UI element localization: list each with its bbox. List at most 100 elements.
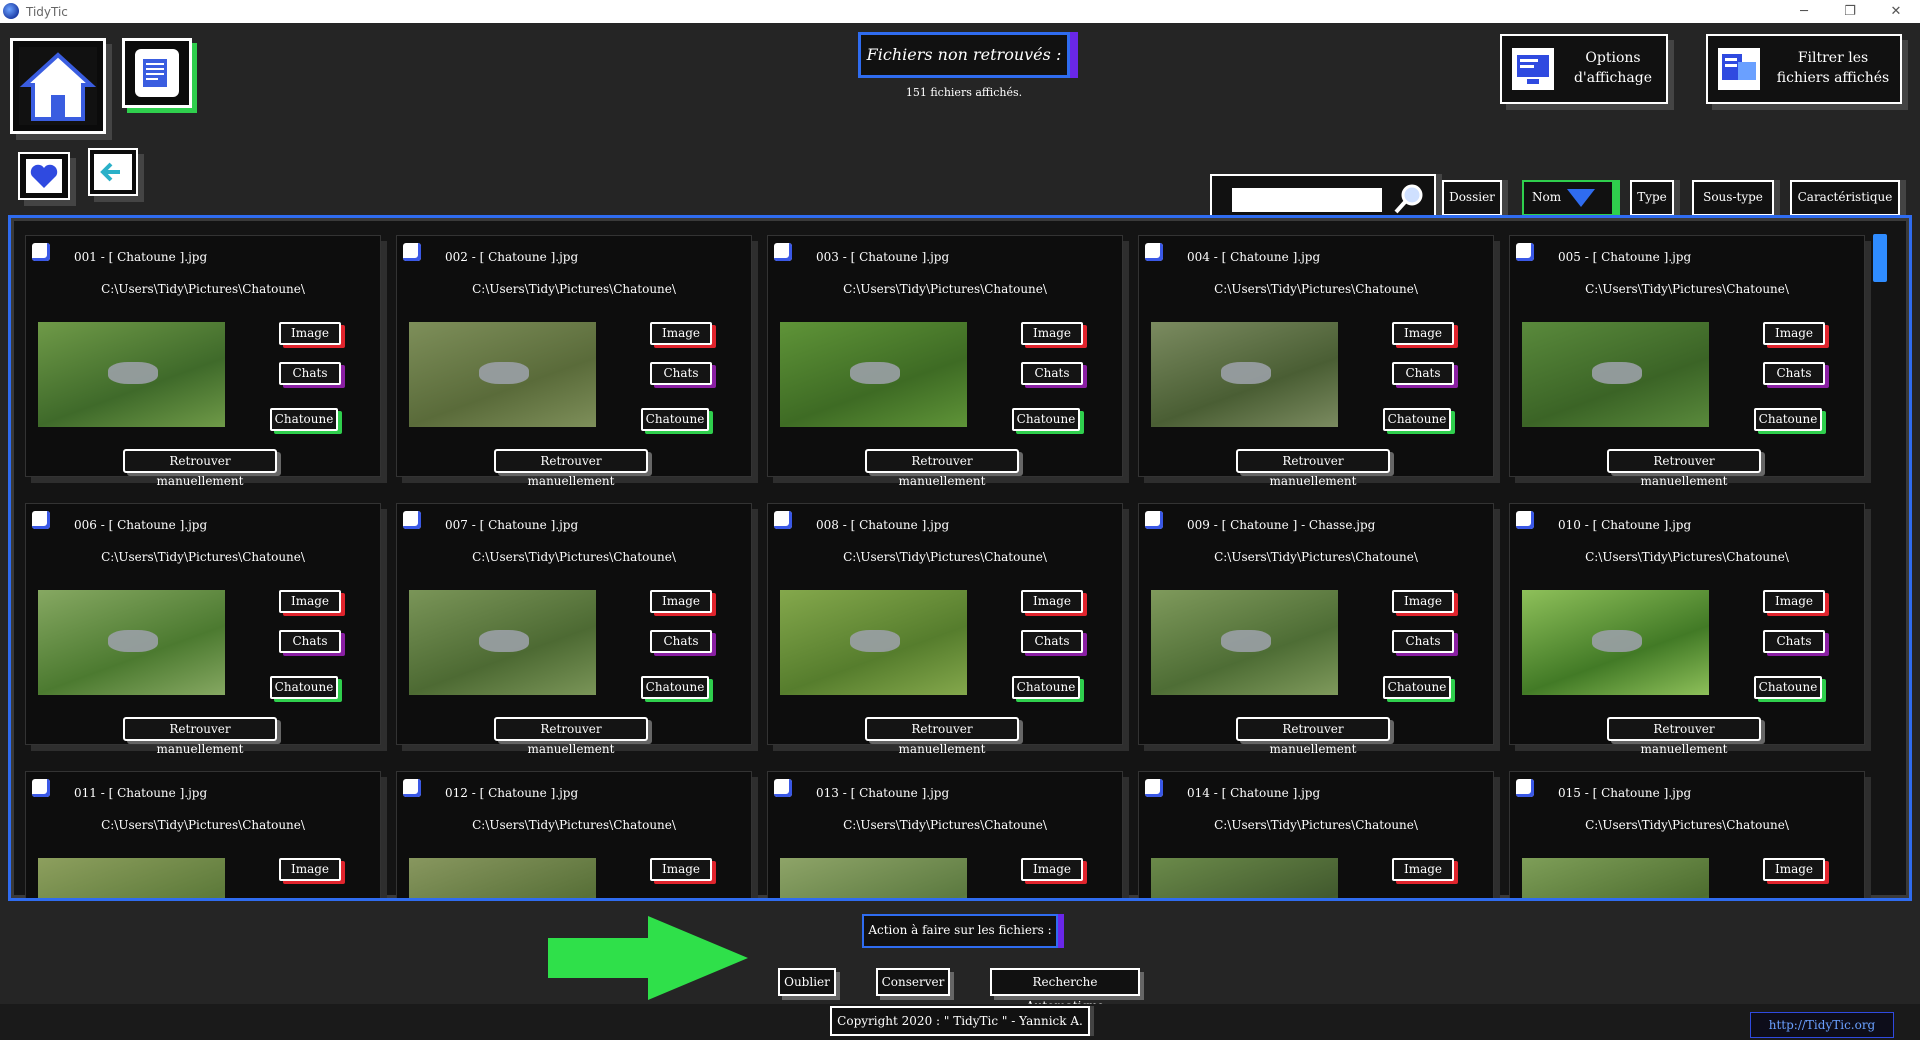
scrollbar-thumb[interactable]: [1873, 234, 1887, 282]
sort-folder-button[interactable]: Dossier: [1442, 180, 1502, 216]
file-thumbnail[interactable]: [780, 590, 967, 695]
tag-chats-button[interactable]: Chats: [1763, 630, 1825, 653]
tag-image-button[interactable]: Image: [1763, 322, 1825, 345]
tag-chats-button[interactable]: Chats: [279, 898, 341, 901]
checkbox-icon[interactable]: [403, 779, 421, 797]
file-thumbnail[interactable]: [1522, 322, 1709, 427]
document-button[interactable]: [122, 38, 192, 108]
tag-chatoune-button[interactable]: Chatoune: [1754, 676, 1822, 699]
favorites-button[interactable]: [18, 152, 70, 200]
checkbox-icon[interactable]: [774, 779, 792, 797]
tag-image-button[interactable]: Image: [1763, 858, 1825, 881]
search-input[interactable]: [1232, 188, 1382, 212]
find-manually-button[interactable]: Retrouver manuellement: [865, 449, 1019, 488]
website-link[interactable]: http://TidyTic.org: [1750, 1012, 1894, 1038]
tag-chats-button[interactable]: Chats: [279, 630, 341, 653]
tag-chatoune-button[interactable]: Chatoune: [1383, 408, 1451, 431]
keep-button[interactable]: Conserver: [876, 968, 950, 996]
tag-image-button[interactable]: Image: [1392, 858, 1454, 881]
file-thumbnail[interactable]: [780, 858, 967, 898]
file-thumbnail[interactable]: [1522, 590, 1709, 695]
tag-image-button[interactable]: Image: [1021, 322, 1083, 345]
tag-chatoune-button[interactable]: Chatoune: [1754, 408, 1822, 431]
tag-chats-button[interactable]: Chats: [1763, 362, 1825, 385]
tag-chatoune-button[interactable]: Chatoune: [1012, 408, 1080, 431]
tag-image-button[interactable]: Image: [1021, 858, 1083, 881]
checkbox-icon[interactable]: [1145, 243, 1163, 261]
back-button[interactable]: [88, 148, 138, 196]
file-thumbnail[interactable]: [780, 322, 967, 427]
find-manually-button[interactable]: Retrouver manuellement: [1607, 717, 1761, 756]
file-thumbnail[interactable]: [409, 590, 596, 695]
checkbox-icon[interactable]: [32, 779, 50, 797]
find-manually-button[interactable]: Retrouver manuellement: [494, 449, 648, 488]
tag-chats-button[interactable]: Chats: [650, 898, 712, 901]
tag-chats-button[interactable]: Chats: [1763, 898, 1825, 901]
sort-type-button[interactable]: Type: [1630, 180, 1674, 216]
tag-image-button[interactable]: Image: [1392, 590, 1454, 613]
tag-image-button[interactable]: Image: [650, 858, 712, 881]
find-manually-button[interactable]: Retrouver manuellement: [1236, 449, 1390, 488]
forget-button[interactable]: Oublier: [778, 968, 836, 996]
tag-chats-button[interactable]: Chats: [650, 362, 712, 385]
tag-chats-button[interactable]: Chats: [650, 630, 712, 653]
tag-chatoune-button[interactable]: Chatoune: [641, 408, 709, 431]
file-thumbnail[interactable]: [38, 590, 225, 695]
tag-chatoune-button[interactable]: Chatoune: [270, 408, 338, 431]
restore-button[interactable]: ❐: [1827, 0, 1873, 23]
tag-image-button[interactable]: Image: [1763, 590, 1825, 613]
tag-chats-button[interactable]: Chats: [1392, 362, 1454, 385]
file-thumbnail[interactable]: [1522, 858, 1709, 898]
file-thumbnail[interactable]: [409, 322, 596, 427]
tag-image-button[interactable]: Image: [650, 322, 712, 345]
tag-chats-button[interactable]: Chats: [1392, 630, 1454, 653]
file-thumbnail[interactable]: [38, 322, 225, 427]
find-manually-button[interactable]: Retrouver manuellement: [123, 717, 277, 756]
close-button[interactable]: ✕: [1873, 0, 1919, 23]
find-manually-button[interactable]: Retrouver manuellement: [123, 449, 277, 488]
file-thumbnail[interactable]: [409, 858, 596, 898]
checkbox-icon[interactable]: [1145, 511, 1163, 529]
tag-image-button[interactable]: Image: [1392, 322, 1454, 345]
auto-search-button[interactable]: Recherche Automatique: [990, 968, 1140, 1013]
tag-chats-button[interactable]: Chats: [279, 362, 341, 385]
file-thumbnail[interactable]: [1151, 590, 1338, 695]
checkbox-icon[interactable]: [1516, 779, 1534, 797]
file-thumbnail[interactable]: [38, 858, 225, 898]
checkbox-icon[interactable]: [1145, 779, 1163, 797]
tag-chatoune-button[interactable]: Chatoune: [270, 676, 338, 699]
sort-characteristic-button[interactable]: Caractéristique: [1790, 180, 1900, 216]
find-manually-button[interactable]: Retrouver manuellement: [1236, 717, 1390, 756]
tag-chats-button[interactable]: Chats: [1021, 630, 1083, 653]
tag-chatoune-button[interactable]: Chatoune: [1012, 676, 1080, 699]
tag-chatoune-button[interactable]: Chatoune: [1383, 676, 1451, 699]
checkbox-icon[interactable]: [403, 243, 421, 261]
file-thumbnail[interactable]: [1151, 858, 1338, 898]
find-manually-button[interactable]: Retrouver manuellement: [865, 717, 1019, 756]
tag-image-button[interactable]: Image: [1021, 590, 1083, 613]
checkbox-icon[interactable]: [403, 511, 421, 529]
find-manually-button[interactable]: Retrouver manuellement: [1607, 449, 1761, 488]
tag-chatoune-button[interactable]: Chatoune: [641, 676, 709, 699]
tag-image-button[interactable]: Image: [650, 590, 712, 613]
display-options-button[interactable]: Options d'affichage: [1500, 34, 1668, 104]
checkbox-icon[interactable]: [774, 243, 792, 261]
checkbox-icon[interactable]: [1516, 511, 1534, 529]
find-manually-button[interactable]: Retrouver manuellement: [494, 717, 648, 756]
tag-image-button[interactable]: Image: [279, 590, 341, 613]
minimize-button[interactable]: ─: [1781, 0, 1827, 23]
checkbox-icon[interactable]: [1516, 243, 1534, 261]
search-icon[interactable]: [1392, 182, 1426, 216]
tag-image-button[interactable]: Image: [279, 858, 341, 881]
sort-subtype-button[interactable]: Sous-type: [1692, 180, 1774, 216]
home-button[interactable]: [10, 38, 106, 134]
tag-chats-button[interactable]: Chats: [1021, 898, 1083, 901]
checkbox-icon[interactable]: [32, 511, 50, 529]
tag-image-button[interactable]: Image: [279, 322, 341, 345]
tag-chats-button[interactable]: Chats: [1392, 898, 1454, 901]
filter-files-button[interactable]: Filtrer les fichiers affichés: [1706, 34, 1902, 104]
tag-chats-button[interactable]: Chats: [1021, 362, 1083, 385]
checkbox-icon[interactable]: [774, 511, 792, 529]
sort-name-button[interactable]: Nom: [1522, 180, 1614, 216]
checkbox-icon[interactable]: [32, 243, 50, 261]
